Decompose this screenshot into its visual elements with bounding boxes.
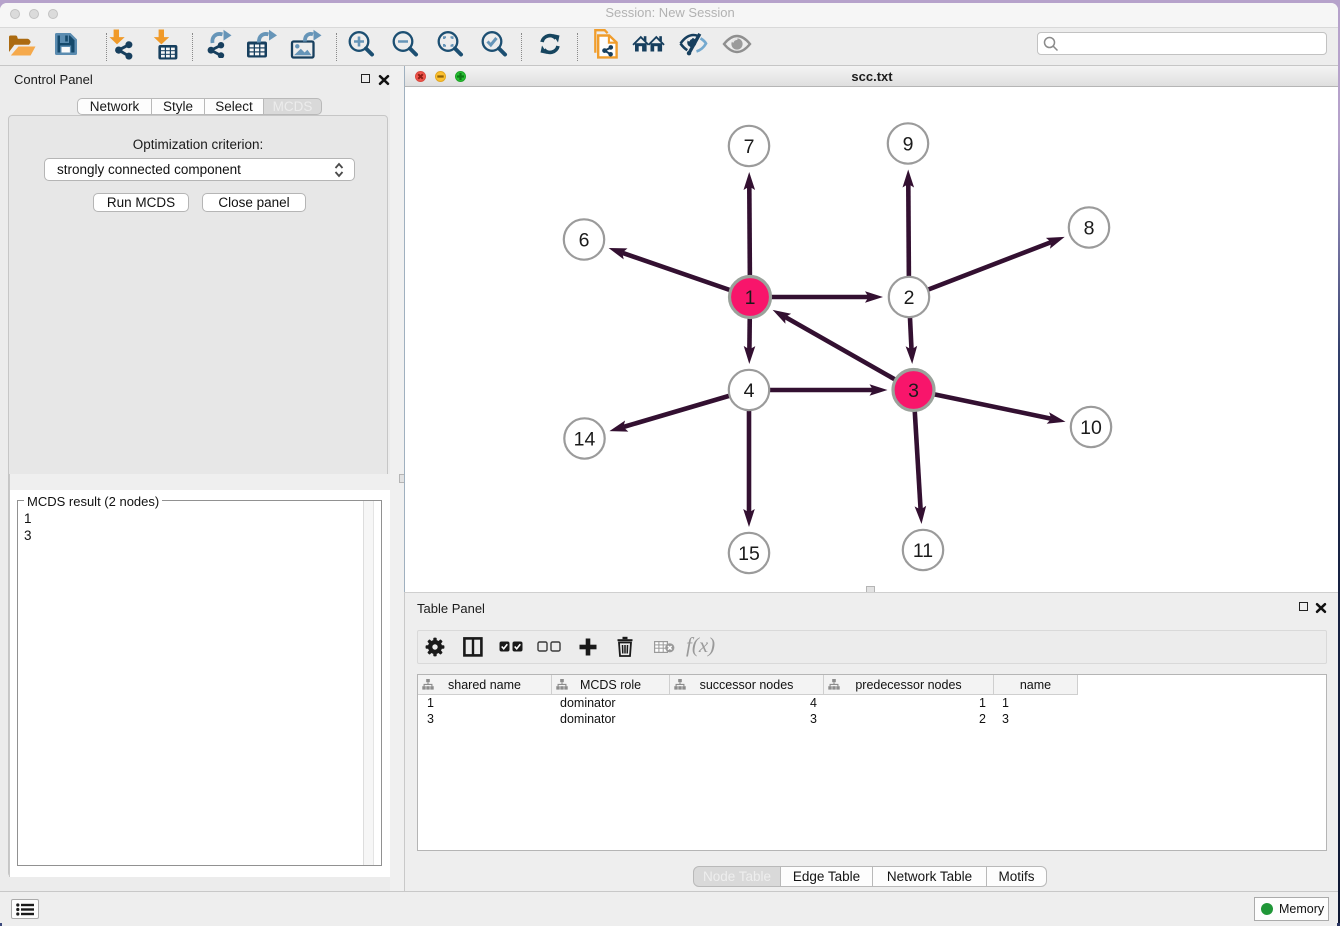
svg-text:8: 8 (1084, 217, 1095, 239)
svg-text:14: 14 (574, 428, 596, 450)
svg-text:10: 10 (1080, 417, 1102, 439)
svg-text:7: 7 (744, 136, 755, 158)
svg-text:3: 3 (908, 380, 919, 402)
svg-text:6: 6 (579, 229, 590, 251)
svg-text:1: 1 (745, 287, 756, 309)
svg-text:2: 2 (904, 287, 915, 309)
svg-text:15: 15 (738, 543, 760, 565)
svg-text:11: 11 (913, 540, 933, 562)
svg-text:4: 4 (744, 380, 755, 402)
svg-text:9: 9 (903, 133, 914, 155)
